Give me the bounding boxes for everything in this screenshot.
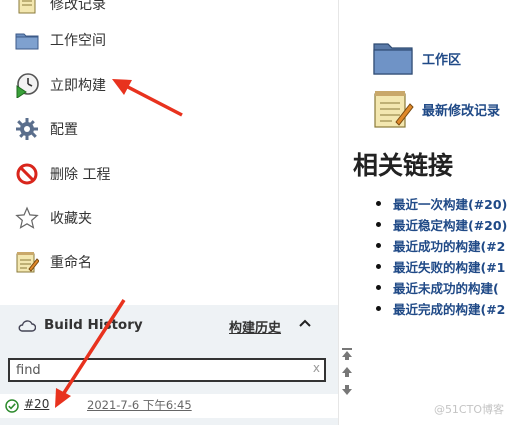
related-link[interactable]: 最近未成功的构建( [376,277,507,298]
bullet [376,222,381,227]
cloud-icon [18,319,36,332]
task-build-now[interactable]: 立即构建 [14,69,106,101]
build-search-input[interactable] [10,360,312,380]
related-links-list: 最近一次构建(#20) 最近稳定构建(#20) 最近成功的构建(#2 最近失败的… [376,193,507,319]
clock-play-icon [14,72,40,98]
task-label: 重命名 [50,255,92,271]
build-trend-link[interactable]: 构建历史 [229,317,281,336]
bullet [376,285,381,290]
chevron-up-icon[interactable] [297,315,313,331]
watermark: @51CTO博客 [433,403,504,416]
build-pagination [338,346,356,410]
build-date-link[interactable]: 2021-7-6 下午6:45 [87,397,192,413]
task-workspace[interactable]: 工作空间 [14,24,106,56]
workspace-link-label: 工作区 [422,52,462,68]
related-link-label: 最近一次构建(#20) [393,197,508,212]
related-link-label: 最近完成的构建(#2 [393,302,506,317]
side-panel: 修改记录 工作空间 立即构建 配置 删除 工程 收藏夹 重命名 Build Hi… [0,0,339,425]
big-folder-icon [372,40,414,76]
bullet [376,306,381,311]
related-link[interactable]: 最近失败的构建(#1 [376,256,507,277]
no-entry-icon [14,161,40,187]
task-label: 立即构建 [50,78,106,94]
related-link[interactable]: 最近一次构建(#20) [376,193,507,214]
clear-search-icon[interactable]: x [313,361,320,375]
folder-icon [14,27,40,53]
task-rename[interactable]: 重命名 [14,246,92,278]
build-history-panel: Build History 构建历史 x #20 2021-7-6 下午6:45 [0,305,338,425]
success-check-icon [5,399,19,413]
bullet [376,201,381,206]
build-search-box: x [8,358,326,382]
build-number-link[interactable]: #20 [24,397,49,411]
related-link[interactable]: 最近完成的构建(#2 [376,298,507,319]
page-up-icon[interactable] [340,364,354,380]
task-label: 收藏夹 [50,211,92,227]
task-label: 删除 工程 [50,167,111,183]
task-delete[interactable]: 删除 工程 [14,158,110,190]
related-links-title: 相关链接 [353,151,454,180]
notepad-pencil-icon [14,249,40,275]
related-link-label: 最近稳定构建(#20) [393,218,508,233]
task-configure[interactable]: 配置 [14,113,78,145]
star-icon [14,205,40,231]
related-link-label: 最近未成功的构建( [393,281,499,296]
recent-changes-link[interactable]: 最新修改记录 [372,88,500,130]
workspace-link[interactable]: 工作区 [372,40,461,76]
task-label: 工作空间 [50,33,106,49]
build-history-title: Build History [44,317,143,333]
big-notepad-icon [372,88,414,130]
page-down-icon[interactable] [340,382,354,398]
task-label: 配置 [50,122,78,138]
bullet [376,264,381,269]
related-link-label: 最近成功的构建(#2 [393,239,506,254]
recent-changes-label: 最新修改记录 [422,103,501,119]
notepad-icon [14,0,40,17]
related-link[interactable]: 最近稳定构建(#20) [376,214,507,235]
related-link[interactable]: 最近成功的构建(#2 [376,235,507,256]
build-row: #20 2021-7-6 下午6:45 [0,394,338,418]
page-first-icon[interactable] [340,346,354,362]
task-favorite[interactable]: 收藏夹 [14,202,92,234]
task-label: 修改记录 [50,0,106,13]
gear-icon [14,116,40,142]
related-link-label: 最近失败的构建(#1 [393,260,506,275]
bullet [376,243,381,248]
build-history-header: Build History 构建历史 [0,305,338,345]
task-changes[interactable]: 修改记录 [14,0,106,20]
